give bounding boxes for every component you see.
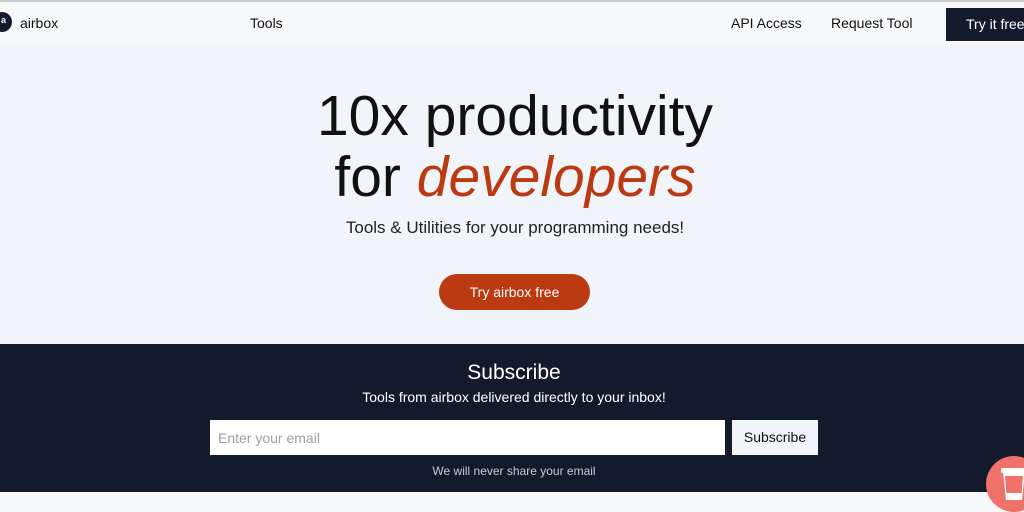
logo-icon[interactable]: a bbox=[0, 12, 12, 32]
subscribe-title: Subscribe bbox=[467, 361, 561, 384]
hero-subtitle: Tools & Utilities for your programming n… bbox=[345, 218, 685, 237]
privacy-note: We will never share your email bbox=[432, 464, 596, 478]
subscribe-section: Subscribe Tools from airbox delivered di… bbox=[0, 344, 1024, 492]
brand-name[interactable]: airbox bbox=[20, 15, 58, 31]
hero-headline-line2: for developers bbox=[0, 145, 1024, 209]
try-airbox-free-button[interactable]: Try airbox free bbox=[439, 274, 590, 310]
top-navbar: a airbox Tools API Access Request Tool T… bbox=[0, 2, 1024, 44]
subscribe-text: Tools from airbox delivered directly to … bbox=[362, 389, 666, 405]
subscribe-button[interactable]: Subscribe bbox=[732, 420, 818, 455]
try-it-free-button[interactable]: Try it free bbox=[946, 8, 1024, 41]
logo-letter: a bbox=[1, 15, 7, 25]
hero-headline-prefix: for bbox=[334, 145, 401, 209]
nav-link-api-access[interactable]: API Access bbox=[731, 15, 802, 31]
hero-section: 10x productivity for developers Tools & … bbox=[0, 44, 1024, 344]
page-footer-strip bbox=[0, 492, 1024, 512]
coffee-cup-icon bbox=[1001, 468, 1024, 500]
nav-link-request-tool[interactable]: Request Tool bbox=[831, 15, 912, 31]
hero-headline-accent: developers bbox=[416, 145, 696, 209]
email-input[interactable] bbox=[210, 420, 725, 455]
hero-headline-line1: 10x productivity bbox=[316, 84, 714, 148]
nav-link-tools[interactable]: Tools bbox=[250, 15, 283, 31]
